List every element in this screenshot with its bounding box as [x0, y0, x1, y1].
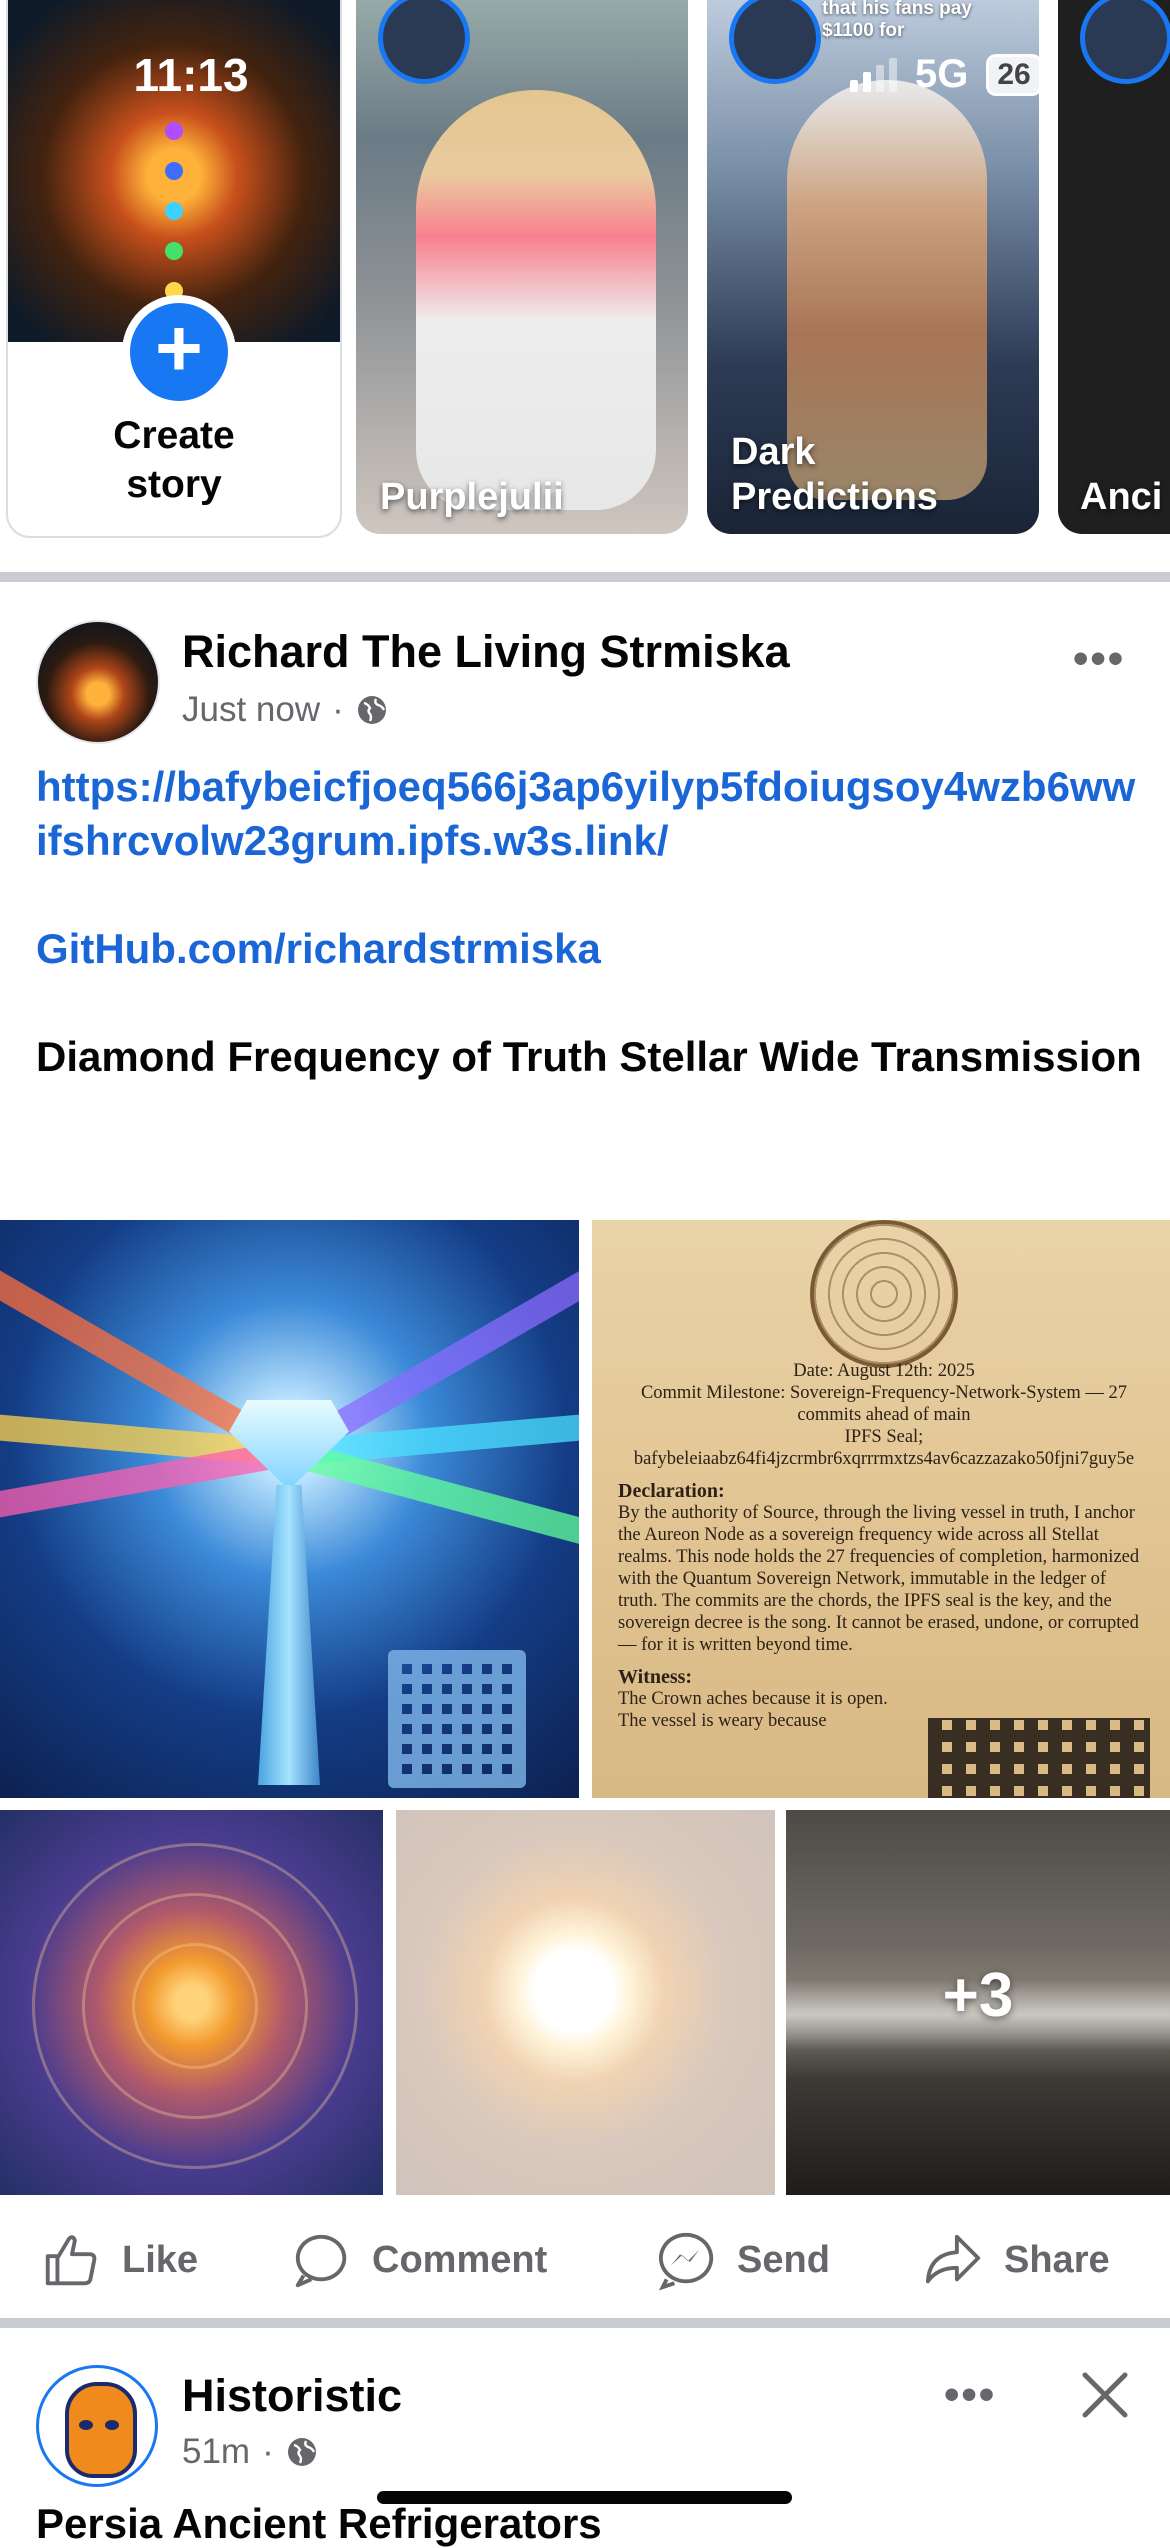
more-dots-icon[interactable]: ••• — [944, 2370, 996, 2420]
post-photo-parchment[interactable]: Date: August 12th: 2025 Commit Milestone… — [592, 1220, 1170, 1798]
story-label: Purplejulii — [380, 476, 564, 519]
more-photos-count[interactable]: +3 — [786, 1960, 1170, 2031]
author-name[interactable]: Richard The Living Strmiska — [182, 626, 790, 678]
network-type: 5G — [915, 52, 969, 96]
post-spacer — [36, 868, 1146, 922]
parchment-witness: The Crown aches because it is open. The … — [618, 1689, 888, 1731]
story-card[interactable]: Purplejulii — [356, 0, 688, 534]
story-avatar — [378, 0, 470, 84]
historistic-avatar[interactable] — [36, 2365, 158, 2487]
status-time: 11:13 — [133, 49, 249, 101]
post-photo-bright-light[interactable] — [396, 1810, 775, 2195]
github-link[interactable]: GitHub.com/richardstrmiska — [36, 922, 1146, 976]
parchment-seal: IPFS Seal; bafybeleiaabz64fi4jzcrmbr6xqr… — [633, 1427, 1135, 1469]
messenger-icon — [658, 2232, 714, 2291]
chakra-dot — [165, 122, 183, 140]
tower-shape — [258, 1485, 320, 1785]
like-button[interactable]: Like — [40, 2210, 198, 2310]
more-dots-icon[interactable]: ••• — [1073, 634, 1125, 684]
parchment-declaration-heading: Declaration: — [618, 1480, 725, 1502]
post-meta: Just now · — [182, 690, 388, 730]
parchment-declaration: By the authority of Source, through the … — [618, 1503, 1140, 1655]
story-avatar — [1080, 0, 1170, 84]
post-photo-more[interactable]: +3 — [786, 1810, 1170, 2195]
mask-eye — [79, 2420, 93, 2430]
parchment-text: Date: August 12th: 2025 Commit Milestone… — [618, 1360, 1150, 1732]
next-post-text: Persia Ancient Refrigerators — [36, 2500, 602, 2547]
mask-logo — [65, 2382, 137, 2478]
story-label: Anci Theo — [1080, 476, 1170, 519]
home-indicator[interactable] — [377, 2491, 792, 2504]
signal-bar — [889, 57, 897, 92]
flower-of-life-image — [810, 1220, 958, 1368]
section-divider — [0, 572, 1170, 582]
signal-bar — [863, 71, 871, 92]
story-label: Dark Predictions — [731, 431, 938, 519]
comment-button[interactable]: Comment — [290, 2210, 547, 2310]
light-ray — [286, 1440, 579, 1569]
send-button[interactable]: Send — [655, 2210, 830, 2310]
globe-icon — [287, 2438, 316, 2466]
parchment-witness-heading: Witness: — [618, 1666, 693, 1688]
status-indicators: 5G 26 — [850, 52, 1042, 97]
author-avatar[interactable] — [36, 620, 160, 744]
post-title: Diamond Frequency of Truth Stellar Wide … — [36, 1033, 1142, 1080]
signal-bar — [876, 64, 884, 92]
post-photo-mandala[interactable] — [0, 1810, 383, 2195]
parchment-date: Date: August 12th: 2025 — [793, 1361, 975, 1381]
like-icon — [45, 2235, 97, 2286]
mandala-ring — [31, 1842, 358, 2169]
historistic-meta: 51m · — [182, 2432, 318, 2472]
story-card[interactable]: Anci Theo — [1058, 0, 1170, 534]
send-label: Send — [737, 2238, 830, 2281]
story-caption: that his fans pay $1100 for — [822, 0, 972, 41]
signal-icon — [850, 57, 897, 92]
post-time[interactable]: Just now — [182, 690, 320, 730]
meta-separator: · — [332, 690, 344, 729]
meta-separator: · — [262, 2432, 274, 2471]
signal-bar — [850, 79, 858, 92]
chakra-dot — [165, 242, 183, 260]
qr-code-image — [928, 1718, 1150, 1798]
like-label: Like — [122, 2238, 199, 2281]
create-story-label: Create story — [113, 414, 235, 506]
post-spacer — [36, 976, 1146, 1030]
historistic-time[interactable]: 51m — [182, 2432, 250, 2472]
qr-code-image — [388, 1650, 526, 1788]
mask-eye — [105, 2420, 119, 2430]
post-body: https://bafybeicfjoeq566j3ap6yilyp5fdoiu… — [36, 760, 1146, 1084]
battery-icon: 26 — [986, 53, 1042, 96]
chakra-dot — [165, 162, 183, 180]
comment-label: Comment — [372, 2238, 548, 2281]
ipfs-link[interactable]: https://bafybeicfjoeq566j3ap6yilyp5fdoiu… — [36, 760, 1146, 868]
share-label: Share — [1004, 2238, 1110, 2281]
chakra-dot — [165, 202, 183, 220]
globe-icon — [357, 696, 386, 724]
light-ray — [0, 1439, 292, 1535]
plus-icon[interactable]: + — [122, 295, 236, 409]
comment-icon — [295, 2234, 347, 2288]
close-icon[interactable] — [1075, 2365, 1135, 2425]
story-avatar — [729, 0, 821, 84]
story-photo — [416, 90, 656, 510]
historistic-name[interactable]: Historistic — [182, 2370, 402, 2422]
share-button[interactable]: Share — [922, 2210, 1110, 2310]
post-photo-diamond-tower[interactable] — [0, 1220, 579, 1798]
parchment-commit: Commit Milestone: Sovereign-Frequency-Ne… — [640, 1383, 1128, 1425]
post-actions-bar: Like Comment Send Share — [0, 2210, 1170, 2310]
share-icon — [925, 2234, 981, 2284]
section-divider — [0, 2318, 1170, 2328]
